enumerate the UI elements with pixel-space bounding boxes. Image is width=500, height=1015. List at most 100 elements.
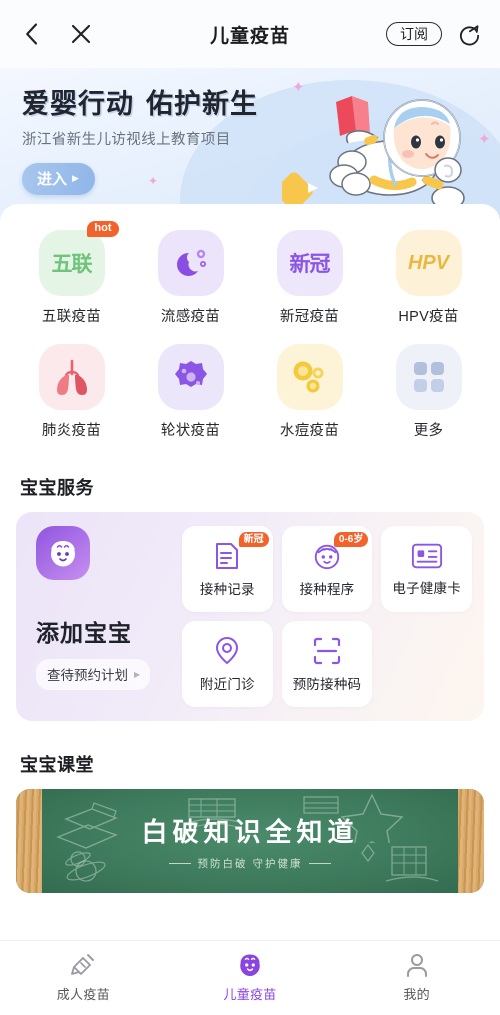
play-arrow-icon: ▶	[72, 173, 79, 183]
location-pin-icon	[216, 636, 239, 664]
influenza-virus-icon	[176, 249, 206, 276]
banner-frame-right	[458, 789, 484, 893]
wulian-vaccine-icon: 五联	[51, 253, 93, 276]
hpv-vaccine-tile: HPV	[395, 230, 462, 296]
hero-title: 爱婴行动 佑护新生	[22, 82, 258, 121]
syringe-icon	[71, 954, 95, 975]
vaccine-label: HPV疫苗	[398, 309, 459, 325]
service-tile-label: 接种记录	[199, 581, 255, 597]
tab-label: 我的	[403, 987, 430, 1002]
app-screen: 儿童疫苗 订阅 ✦ ✦ ✦ 爱婴行动 佑护新生 浙江省新生儿访视线上教育项目 进…	[0, 0, 500, 1015]
vaccine-label: 更多	[413, 423, 444, 439]
tab-label: 成人疫苗	[56, 987, 110, 1002]
vaccine-item-varicella[interactable]: 水痘疫苗	[250, 344, 369, 440]
classroom-banner[interactable]: 白破知识全知道 预防白破 守护健康	[16, 789, 484, 893]
service-tile-health-card[interactable]: 电子健康卡	[381, 526, 472, 612]
varicella-cells-icon	[293, 361, 323, 393]
vaccine-label: 轮状疫苗	[160, 423, 221, 439]
hero-title-part2: 佑护新生	[146, 89, 258, 119]
enter-button[interactable]: 进入 ▶	[22, 163, 95, 195]
wulian-vaccine-tile: 五联 hot	[38, 221, 119, 296]
share-refresh-icon	[459, 24, 479, 45]
scan-code-icon	[313, 637, 341, 664]
chevron-right-icon: ▶	[134, 669, 141, 679]
hero-subtitle: 浙江省新生儿访视线上教育项目	[22, 132, 231, 148]
divider-left	[168, 862, 191, 864]
hero-banner[interactable]: ✦ ✦ ✦ 爱婴行动 佑护新生 浙江省新生儿访视线上教育项目 进入 ▶	[0, 68, 500, 220]
more-tile	[395, 344, 462, 410]
vaccine-item-covid[interactable]: 新冠 新冠疫苗	[250, 230, 369, 326]
sparkle-icon: ✦	[148, 174, 159, 188]
close-button[interactable]	[68, 21, 94, 47]
hero-title-part1: 爱婴行动	[22, 89, 134, 119]
app-header: 儿童疫苗 订阅	[0, 0, 500, 68]
hot-badge: hot	[87, 221, 119, 237]
vaccine-item-influenza[interactable]: 流感疫苗	[131, 230, 250, 326]
tab-child-vaccine[interactable]: 儿童疫苗	[167, 952, 334, 1003]
bottom-tab-bar: 成人疫苗 儿童疫苗 我的	[0, 940, 500, 1015]
vaccine-label: 新冠疫苗	[279, 309, 340, 325]
vaccine-label: 肺炎疫苗	[41, 423, 102, 439]
back-button[interactable]	[18, 21, 44, 47]
age-badge: 0-6岁	[333, 532, 369, 547]
divider-right	[309, 862, 332, 864]
chalk-planet-doodle-icon	[66, 860, 106, 882]
baby-service-section-title: 宝宝服务	[20, 478, 94, 498]
vaccine-label: 流感疫苗	[160, 309, 221, 325]
id-card-icon	[411, 543, 442, 568]
service-tile-grid: 新冠 接种记录 0-6岁 接种程序 电子健康卡 附近门诊 预防接种码	[182, 526, 472, 707]
tab-adult-vaccine[interactable]: 成人疫苗	[0, 952, 167, 1003]
baby-face-icon	[51, 541, 75, 567]
varicella-vaccine-tile	[276, 344, 343, 410]
baby-service-card: 添加宝宝 查待预约计划 ▶ 新冠 接种记录 0-6岁 接种程序 电子健康卡 附近…	[16, 512, 484, 721]
vaccine-label: 水痘疫苗	[279, 423, 340, 439]
astronaut-baby-illustration	[282, 96, 465, 210]
chalk-building-doodle-icon	[361, 844, 439, 882]
share-button[interactable]	[456, 21, 482, 47]
service-tile-label: 电子健康卡	[392, 580, 461, 596]
service-tile-label: 附近门诊	[199, 676, 255, 692]
rotavirus-vaccine-tile	[157, 344, 224, 410]
service-tile-vaccination-record[interactable]: 新冠 接种记录	[182, 526, 273, 612]
subscribe-button[interactable]: 订阅	[386, 21, 442, 47]
view-plan-label: 查待预约计划	[47, 668, 128, 683]
hpv-vaccine-icon: HPV	[407, 251, 450, 274]
add-baby-label[interactable]: 添加宝宝	[36, 614, 182, 648]
banner-frame-left	[16, 789, 42, 893]
avatar[interactable]	[36, 526, 90, 580]
banner-subtitle: 预防白破 守护健康	[197, 857, 303, 870]
chalk-star-doodle-icon	[303, 793, 404, 843]
influenza-vaccine-tile	[157, 230, 224, 296]
vaccine-label: 五联疫苗	[41, 309, 102, 325]
vaccine-grid: 五联 hot 五联疫苗 流感疫苗 新冠 新冠疫苗 HPV HPV疫苗 肺炎疫苗 …	[0, 221, 500, 444]
baby-face-icon	[240, 954, 260, 976]
chalkboard: 白破知识全知道 预防白破 守护健康	[42, 789, 458, 893]
covid-vaccine-tile: 新冠	[276, 230, 343, 296]
vaccine-item-hpv[interactable]: HPV HPV疫苗	[369, 230, 488, 326]
sparkle-icon: ✦	[292, 79, 305, 96]
tab-mine[interactable]: 我的	[333, 952, 500, 1003]
content-sheet: 五联 hot 五联疫苗 流感疫苗 新冠 新冠疫苗 HPV HPV疫苗 肺炎疫苗 …	[0, 204, 500, 893]
vaccine-item-wulian[interactable]: 五联 hot 五联疫苗	[12, 221, 131, 326]
hero-text-block: 爱婴行动 佑护新生 浙江省新生儿访视线上教育项目 进入 ▶	[22, 82, 258, 195]
vaccine-item-rotavirus[interactable]: 轮状疫苗	[131, 344, 250, 440]
classroom-section-title: 宝宝课堂	[20, 755, 94, 775]
view-plan-button[interactable]: 查待预约计划 ▶	[36, 659, 151, 690]
service-tile-label: 接种程序	[299, 581, 355, 597]
more-grid-icon	[413, 362, 444, 392]
chalk-desk-doodle-icon	[186, 798, 244, 828]
header-left-actions	[18, 21, 94, 47]
service-tile-vaccination-code[interactable]: 预防接种码	[281, 621, 373, 707]
tab-label: 儿童疫苗	[223, 987, 277, 1002]
vaccine-item-more[interactable]: 更多	[369, 344, 488, 440]
service-tile-nearby-clinic[interactable]: 附近门诊	[182, 621, 273, 707]
service-tile-vaccination-schedule[interactable]: 0-6岁 接种程序	[281, 526, 373, 612]
close-icon	[71, 24, 91, 44]
sparkle-icon: ✦	[478, 131, 491, 148]
rotavirus-icon	[174, 361, 207, 387]
enter-button-label: 进入	[37, 171, 68, 188]
covid-vaccine-icon: 新冠	[289, 253, 331, 276]
baby-profile-block: 添加宝宝 查待预约计划 ▶	[30, 526, 182, 707]
banner-subtitle-row: 预防白破 守护健康	[168, 856, 332, 871]
vaccine-item-pneumonia[interactable]: 肺炎疫苗	[12, 344, 131, 440]
